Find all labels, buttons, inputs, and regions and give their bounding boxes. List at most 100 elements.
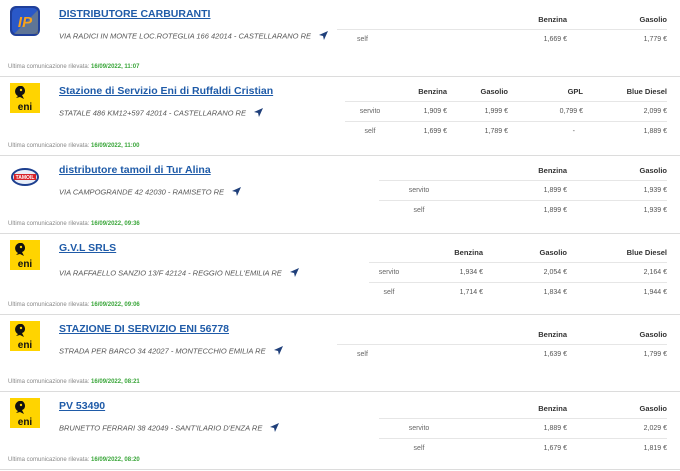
service-type: servito <box>379 418 459 439</box>
column-header: Benzina <box>454 247 483 257</box>
service-type: self <box>337 344 487 364</box>
last-communication-date: 16/09/2022, 08:20 <box>91 457 140 463</box>
svg-text:eni: eni <box>18 259 33 270</box>
column-header <box>337 9 487 30</box>
station-card: eni Stazione di Servizio Eni di Ruffaldi… <box>0 77 680 156</box>
price-cell: 1,909 € <box>395 101 447 122</box>
ip-logo-icon: IP <box>10 6 40 36</box>
station-address-text: STATALE 486 KM12+597 42014 - CASTELLARAN… <box>59 108 246 118</box>
svg-text:IP: IP <box>18 14 33 31</box>
station-address: VIA RADICI IN MONTE LOC.ROTEGLIA 166 420… <box>59 31 329 42</box>
navigate-arrow-icon[interactable] <box>254 108 264 119</box>
column-header <box>379 160 459 181</box>
column-header: Blue Diesel <box>626 247 667 257</box>
last-communication: Ultima comunicazione rilevata: 16/09/202… <box>8 221 140 227</box>
price-cell: 1,679 € <box>459 438 567 458</box>
table-row: self 1,679 € 1,819 € <box>379 438 667 458</box>
price-cell: 2,054 € <box>483 262 567 283</box>
station-address: STATALE 486 KM12+597 42014 - CASTELLARAN… <box>59 108 264 119</box>
last-communication-date: 16/09/2022, 09:06 <box>91 302 140 308</box>
last-communication: Ultima comunicazione rilevata: 16/09/202… <box>8 379 140 385</box>
navigate-arrow-icon[interactable] <box>232 187 242 198</box>
station-card: TAMOIL distributore tamoil di Tur Alina … <box>0 156 680 234</box>
station-address-text: BRUNETTO FERRARI 38 42049 - SANT'ILARIO … <box>59 423 263 433</box>
price-cell: 1,799 € <box>567 344 667 364</box>
service-type: self <box>369 282 409 302</box>
eni-logo-icon: eni <box>10 240 40 270</box>
service-type: self <box>379 200 459 220</box>
station-card: eni STAZIONE DI SERVIZIO ENI 56778 STRAD… <box>0 315 680 392</box>
table-row: self 1,639 € 1,799 € <box>337 344 667 364</box>
column-header <box>337 324 487 345</box>
station-address: VIA CAMPOGRANDE 42 42030 - RAMISETO RE <box>59 187 242 198</box>
station-name-link[interactable]: distributore tamoil di Tur Alina <box>59 164 211 176</box>
svg-text:eni: eni <box>18 340 33 351</box>
last-communication: Ultima comunicazione rilevata: 16/09/202… <box>8 143 140 149</box>
svg-text:eni: eni <box>18 417 33 428</box>
price-cell: 1,639 € <box>487 344 567 364</box>
last-communication-date: 16/09/2022, 11:00 <box>91 143 140 149</box>
column-header: Gasolio <box>639 329 667 339</box>
station-name-link[interactable]: Stazione di Servizio Eni di Ruffaldi Cri… <box>59 85 273 97</box>
service-type: self <box>379 438 459 458</box>
price-cell: - <box>508 121 583 141</box>
station-card: IP DISTRIBUTORE CARBURANTI VIA RADICI IN… <box>0 0 680 77</box>
price-table: Benzina Gasolio self 1,639 € 1,799 € <box>337 324 667 364</box>
price-cell: 1,669 € <box>487 29 567 49</box>
last-communication-date: 16/09/2022, 09:36 <box>91 221 140 227</box>
table-row: servito 1,889 € 2,029 € <box>379 418 667 439</box>
station-address: STRADA PER BARCO 34 42027 - MONTECCHIO E… <box>59 346 283 357</box>
price-cell: 1,999 € <box>447 101 508 122</box>
station-name-link[interactable]: PV 53490 <box>59 400 105 412</box>
price-cell: 1,714 € <box>409 282 483 302</box>
last-communication: Ultima comunicazione rilevata: 16/09/202… <box>8 64 140 70</box>
price-cell: 1,939 € <box>567 180 667 201</box>
price-cell: 2,099 € <box>583 101 667 122</box>
column-header: GPL <box>567 86 583 96</box>
column-header <box>369 242 409 263</box>
price-table: Benzina Gasolio servito 1,889 € 2,029 € … <box>379 398 667 458</box>
svg-text:TAMOIL: TAMOIL <box>16 175 35 181</box>
column-header: Gasolio <box>639 14 667 24</box>
column-header: Gasolio <box>539 247 567 257</box>
table-row: self 1,714 € 1,834 € 1,944 € <box>369 282 667 302</box>
column-header: Gasolio <box>639 165 667 175</box>
station-name-link[interactable]: G.V.L SRLS <box>59 242 116 254</box>
navigate-arrow-icon[interactable] <box>273 346 283 357</box>
station-address-text: VIA RAFFAELLO SANZIO 13/F 42124 - REGGIO… <box>59 268 282 278</box>
station-name-link[interactable]: STAZIONE DI SERVIZIO ENI 56778 <box>59 323 229 335</box>
table-row: self 1,669 € 1,779 € <box>337 29 667 49</box>
service-type: self <box>337 29 487 49</box>
table-row: servito 1,899 € 1,939 € <box>379 180 667 201</box>
price-table: Benzina Gasolio Blue Diesel servito 1,93… <box>369 242 667 302</box>
navigate-arrow-icon[interactable] <box>289 268 299 279</box>
last-communication-date: 16/09/2022, 11:07 <box>91 64 140 70</box>
price-cell: 1,944 € <box>567 282 667 302</box>
column-header: Benzina <box>418 86 447 96</box>
price-cell: 1,819 € <box>567 438 667 458</box>
svg-text:eni: eni <box>18 102 33 113</box>
price-cell: 0,799 € <box>508 101 583 122</box>
navigate-arrow-icon[interactable] <box>270 423 280 434</box>
price-table: Benzina Gasolio self 1,669 € 1,779 € <box>337 9 667 49</box>
last-communication: Ultima comunicazione rilevata: 16/09/202… <box>8 302 140 308</box>
column-header: Benzina <box>538 403 567 413</box>
column-header: Benzina <box>538 165 567 175</box>
service-type: servito <box>369 262 409 283</box>
column-header <box>379 398 459 419</box>
last-communication-date: 16/09/2022, 08:21 <box>91 379 140 385</box>
price-cell: 1,834 € <box>483 282 567 302</box>
station-card: eni PV 53490 BRUNETTO FERRARI 38 42049 -… <box>0 392 680 470</box>
station-card: eni G.V.L SRLS VIA RAFFAELLO SANZIO 13/F… <box>0 234 680 315</box>
column-header: Blue Diesel <box>626 86 667 96</box>
price-cell: 1,699 € <box>395 121 447 141</box>
station-name-link[interactable]: DISTRIBUTORE CARBURANTI <box>59 8 210 20</box>
price-cell: 2,029 € <box>567 418 667 439</box>
station-address: VIA RAFFAELLO SANZIO 13/F 42124 - REGGIO… <box>59 268 299 279</box>
column-header: Benzina <box>538 329 567 339</box>
column-header: Benzina <box>538 14 567 24</box>
eni-logo-icon: eni <box>10 321 40 351</box>
price-cell: 1,889 € <box>583 121 667 141</box>
navigate-arrow-icon[interactable] <box>319 31 329 42</box>
price-cell: 1,779 € <box>567 29 667 49</box>
